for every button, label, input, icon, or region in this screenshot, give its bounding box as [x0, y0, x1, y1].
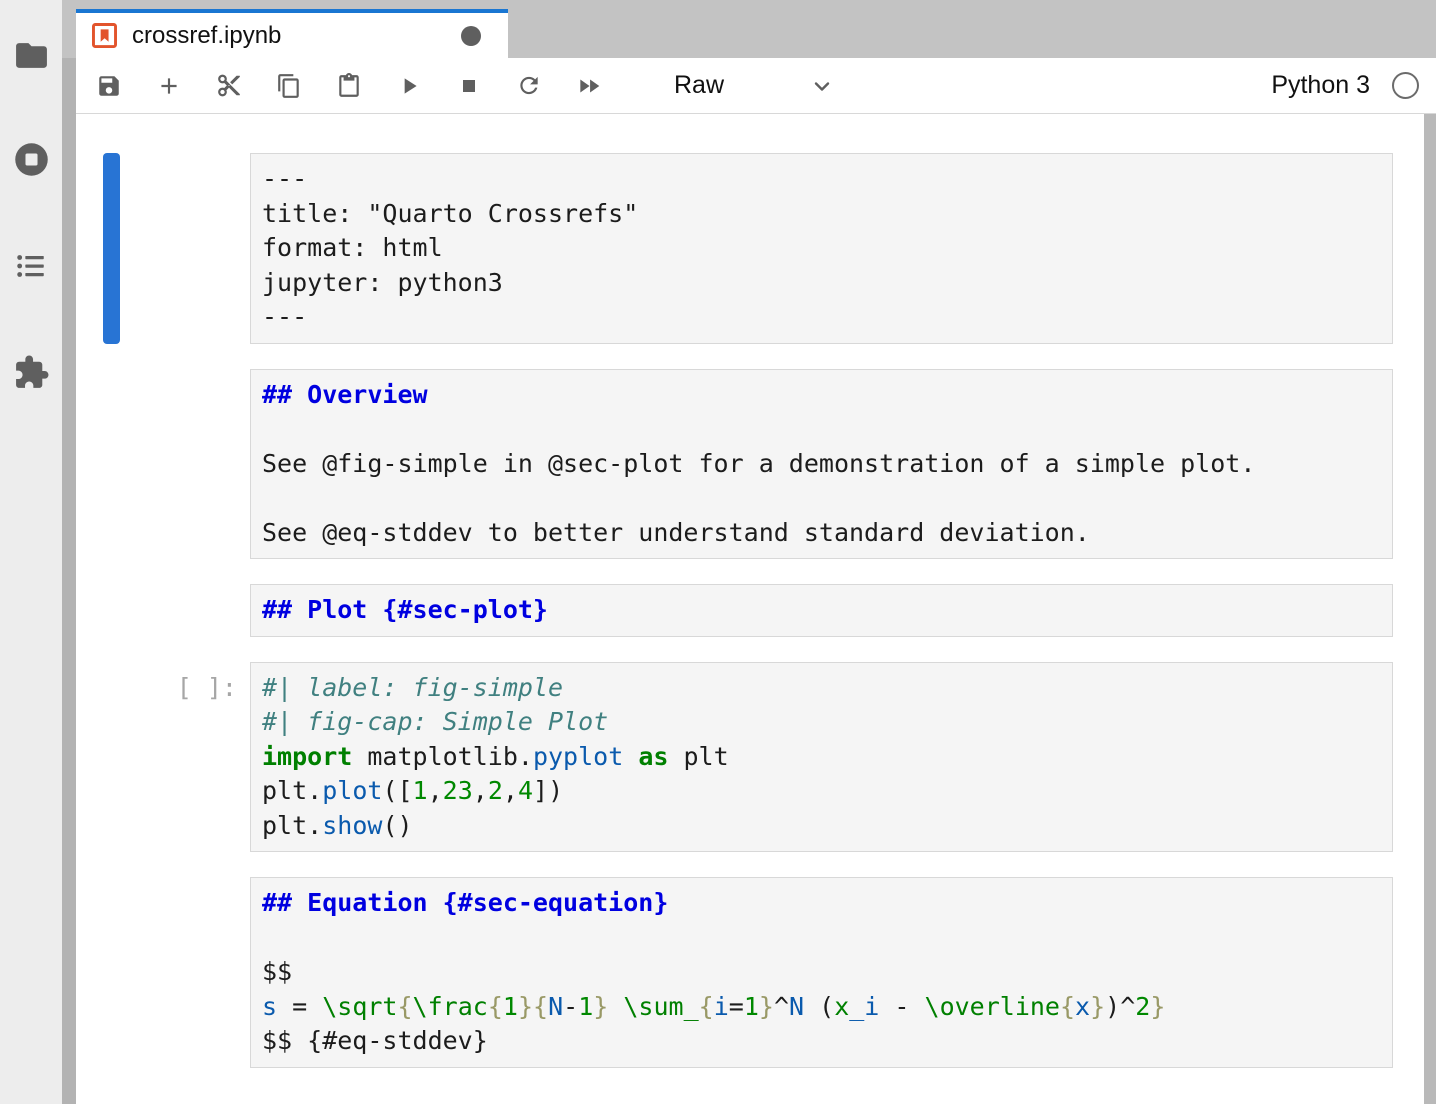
jupyterlab-window: crossref.ipynb [0, 0, 1436, 1104]
cell-editor[interactable]: ## Equation {#sec-equation} $$s = \sqrt{… [250, 877, 1393, 1068]
save-icon[interactable] [96, 73, 122, 99]
restart-run-all-icon[interactable] [576, 73, 602, 99]
cut-cells-icon[interactable] [216, 73, 242, 99]
notebook-cell-markdown[interactable]: ## Plot {#sec-plot} [76, 584, 1424, 637]
cell-editor[interactable]: ## Plot {#sec-plot} [250, 584, 1393, 637]
copy-cells-icon[interactable] [276, 73, 302, 99]
file-browser-icon[interactable] [11, 35, 51, 75]
restart-kernel-icon[interactable] [516, 73, 542, 99]
cell-gutter [103, 877, 250, 1068]
running-kernels-icon[interactable] [11, 139, 51, 179]
cell-gutter [103, 584, 250, 637]
cell-list: ---title: "Quarto Crossrefs"format: html… [76, 115, 1424, 1068]
cell-editor[interactable]: ---title: "Quarto Crossrefs"format: html… [250, 153, 1393, 344]
notebook-cell-code[interactable]: [ ]: #| label: fig-simple#| fig-cap: Simp… [76, 662, 1424, 853]
notebook-cell-markdown[interactable]: ## Overview See @fig-simple in @sec-plot… [76, 369, 1424, 560]
kernel-status-icon [1392, 72, 1419, 99]
notebook-toolbar: Raw Python 3 [76, 58, 1436, 114]
tab-title: crossref.ipynb [132, 22, 281, 50]
cell-gutter [103, 369, 250, 560]
table-of-contents-icon[interactable] [11, 246, 51, 286]
unsaved-indicator-dot [461, 26, 481, 46]
notebook-icon [91, 22, 118, 49]
cell-type-select[interactable]: Raw [674, 71, 834, 100]
caret-down-icon [810, 74, 834, 98]
cell-editor[interactable]: ## Overview See @fig-simple in @sec-plot… [250, 369, 1393, 560]
dock-tab-bar: crossref.ipynb [62, 0, 1436, 58]
left-activity-bar [0, 0, 62, 1104]
run-icon[interactable] [396, 73, 422, 99]
stop-icon[interactable] [456, 73, 482, 99]
extension-manager-icon[interactable] [11, 352, 51, 392]
tab-crossref-ipynb[interactable]: crossref.ipynb [76, 9, 508, 58]
cell-type-value: Raw [674, 71, 724, 100]
sidebar-splitter[interactable] [62, 0, 76, 1104]
selected-cell-bar [103, 153, 120, 344]
paste-cells-icon[interactable] [336, 73, 362, 99]
add-cell-icon[interactable] [156, 73, 182, 99]
cell-gutter [103, 153, 250, 344]
cell-editor[interactable]: #| label: fig-simple#| fig-cap: Simple P… [250, 662, 1393, 853]
notebook-cell-raw[interactable]: ---title: "Quarto Crossrefs"format: html… [76, 153, 1424, 344]
kernel-name[interactable]: Python 3 [1271, 71, 1370, 100]
notebook-panel: ---title: "Quarto Crossrefs"format: html… [76, 115, 1424, 1104]
notebook-cell-markdown[interactable]: ## Equation {#sec-equation} $$s = \sqrt{… [76, 877, 1424, 1068]
cell-gutter: [ ]: [103, 662, 250, 853]
execution-count-prompt: [ ]: [177, 671, 237, 706]
